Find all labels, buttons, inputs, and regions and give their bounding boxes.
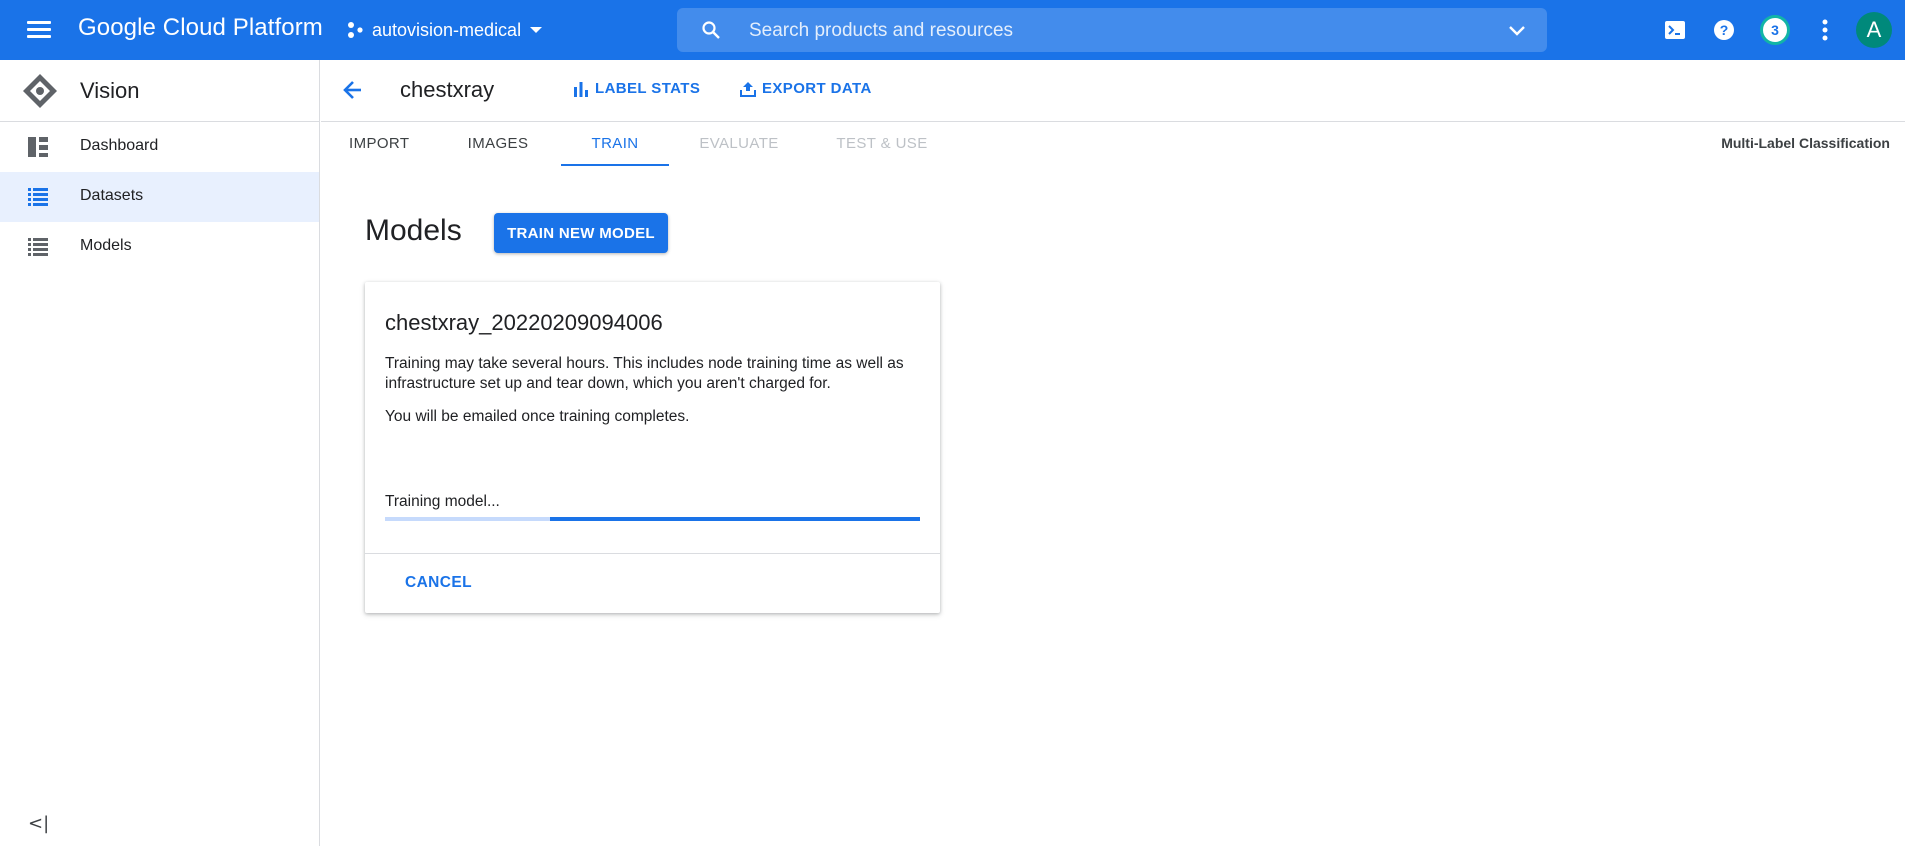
- dropdown-arrow-icon: [530, 27, 543, 33]
- sidebar-item-dashboard[interactable]: Dashboard: [0, 122, 319, 172]
- project-name: autovision-medical: [372, 19, 522, 40]
- tab-evaluate: EVALUATE: [699, 135, 779, 152]
- account-avatar[interactable]: A: [1856, 12, 1892, 48]
- search-bar[interactable]: Search products and resources: [677, 8, 1547, 52]
- export-data-button[interactable]: EXPORT DATA: [740, 80, 872, 97]
- tab-train[interactable]: TRAIN: [561, 122, 669, 166]
- list-icon: [28, 188, 48, 206]
- tab-import[interactable]: IMPORT: [349, 122, 409, 166]
- sidebar-item-label: Models: [80, 237, 132, 254]
- sidebar-item-models[interactable]: Models: [0, 222, 319, 272]
- search-placeholder: Search products and resources: [749, 20, 1014, 41]
- project-selector[interactable]: autovision-medical: [346, 10, 543, 50]
- more-vert-icon[interactable]: [1810, 15, 1840, 45]
- hamburger-menu-icon[interactable]: [24, 18, 54, 42]
- search-icon: [702, 21, 720, 39]
- help-icon[interactable]: ?: [1709, 15, 1739, 45]
- notifications-badge[interactable]: 3: [1760, 15, 1790, 45]
- collapse-sidebar-icon[interactable]: <|: [28, 813, 49, 834]
- export-icon: [740, 81, 756, 97]
- dataset-title: chestxray: [400, 77, 495, 102]
- training-model-card: chestxray_20220209094006 Training may ta…: [365, 282, 940, 613]
- top-app-bar: Google Cloud Platform autovision-medical…: [0, 0, 1905, 60]
- tab-test-and-use: TEST & USE: [836, 135, 928, 152]
- product-title: Vision: [80, 78, 140, 103]
- classification-type-label: Multi-Label Classification: [1721, 135, 1890, 151]
- training-status: Training model...: [385, 493, 500, 510]
- dashboard-icon: [28, 137, 48, 157]
- tab-images[interactable]: IMAGES: [466, 122, 530, 166]
- train-new-model-button[interactable]: TRAIN NEW MODEL: [494, 213, 668, 253]
- sidebar-item-label: Dashboard: [80, 137, 159, 154]
- progress-indicator: [550, 517, 920, 521]
- sidebar-item-label: Datasets: [80, 187, 144, 204]
- sidebar-item-datasets[interactable]: Datasets: [0, 172, 319, 222]
- label-stats-label: LABEL STATS: [595, 80, 701, 97]
- chevron-down-icon[interactable]: [1507, 20, 1527, 40]
- platform-logo[interactable]: Google Cloud Platform: [78, 14, 323, 42]
- cloud-shell-icon[interactable]: [1660, 15, 1690, 45]
- label-stats-button[interactable]: LABEL STATS: [573, 80, 700, 97]
- models-heading: Models: [365, 214, 462, 247]
- product-header: Vision: [0, 60, 319, 122]
- model-name: chestxray_20220209094006: [385, 310, 663, 335]
- export-data-label: EXPORT DATA: [762, 80, 872, 97]
- dataset-tabs: IMPORT IMAGES TRAIN EVALUATE TEST & USE …: [321, 122, 1905, 166]
- cancel-training-button[interactable]: CANCEL: [405, 574, 472, 592]
- svg-text:?: ?: [1720, 22, 1729, 38]
- email-notice: You will be emailed once training comple…: [385, 408, 690, 425]
- training-progress-bar: [385, 517, 920, 521]
- list-icon: [28, 238, 48, 256]
- bar-chart-icon: [574, 81, 588, 97]
- card-divider: [365, 553, 940, 554]
- project-hub-icon: [348, 22, 363, 38]
- dataset-header: chestxray LABEL STATS EXPORT DATA: [321, 60, 1905, 122]
- left-nav: Vision Dashboard Datasets Models <|: [0, 60, 320, 846]
- training-description: Training may take several hours. This in…: [385, 355, 904, 392]
- back-arrow-icon[interactable]: [341, 78, 365, 102]
- vision-logo-icon: [23, 74, 57, 108]
